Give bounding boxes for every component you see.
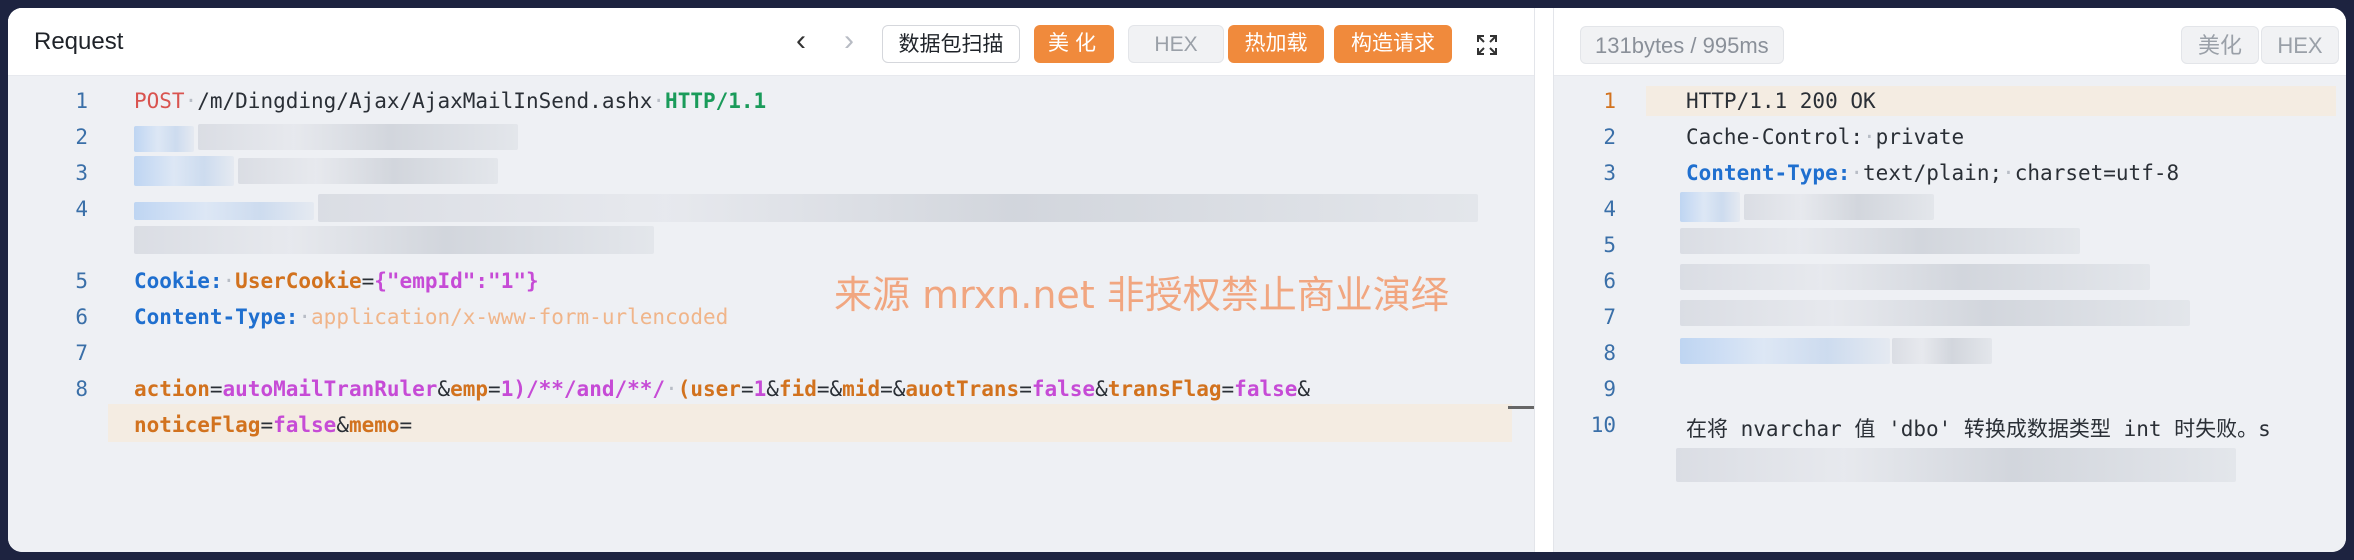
redacted-header xyxy=(1680,338,1890,364)
redacted-header xyxy=(238,158,498,184)
line-number: 1 xyxy=(75,89,88,113)
param-name: (user xyxy=(677,377,741,401)
param-value: false xyxy=(1234,377,1298,401)
header-value: charset=utf-8 xyxy=(2014,161,2180,185)
request-line: POST·/m/Dingding/Ajax/AjaxMailInSend.ash… xyxy=(134,89,767,113)
request-title: Request xyxy=(34,28,124,55)
line-number: 5 xyxy=(1603,233,1616,257)
request-path: /m/Dingding/Ajax/AjaxMailInSend.ashx xyxy=(197,89,653,113)
response-stats: 131bytes / 995ms xyxy=(1580,26,1784,64)
line-number: 4 xyxy=(1603,197,1616,221)
response-hex-button[interactable]: HEX xyxy=(2261,26,2339,64)
request-header: Request ‹ › 数据包扫描 美化 HEX 热加载 构造请求 xyxy=(8,8,1534,76)
chevron-left-icon[interactable]: ‹ xyxy=(786,26,816,56)
request-pane: Request ‹ › 数据包扫描 美化 HEX 热加载 构造请求 1 POST… xyxy=(8,8,1534,552)
cookie-header-line: Cookie:·UserCookie={"empId":"1"} xyxy=(134,269,539,293)
cookie-value: {"empId":"1"} xyxy=(374,269,539,293)
param-name: noticeFlag xyxy=(134,413,261,437)
redacted-header xyxy=(318,194,1478,222)
error-message: 在将 nvarchar 值 'dbo' 转换成数据类型 int 时失败。s xyxy=(1686,417,2271,441)
param-name: transFlag xyxy=(1107,377,1222,401)
status-line: HTTP/1.1 200 OK xyxy=(1686,89,1876,113)
line-number: 3 xyxy=(1603,161,1616,185)
param-value: 1 xyxy=(753,377,767,401)
redacted-header xyxy=(1680,264,2150,290)
redacted-header xyxy=(134,156,234,186)
packet-scan-button[interactable]: 数据包扫描 xyxy=(882,25,1020,63)
line-number: 3 xyxy=(75,161,88,185)
response-editor[interactable]: 1 HTTP/1.1 200 OK 2 Cache-Control:·priva… xyxy=(1554,76,2346,552)
request-body-line: action=autoMailTranRuler&emp=1)/**/and/*… xyxy=(134,377,1311,401)
line-number: 10 xyxy=(1590,413,1616,437)
redacted-header xyxy=(134,202,314,220)
beautify-button[interactable]: 美化 xyxy=(1034,25,1114,63)
param-name: memo xyxy=(348,413,400,437)
param-name: auotTrans xyxy=(905,377,1020,401)
header-value: text/plain; xyxy=(1863,161,2003,185)
redacted-header xyxy=(134,226,654,254)
expand-icon[interactable] xyxy=(1476,34,1498,56)
redacted-header xyxy=(1892,338,1992,364)
header-key: Content-Type: xyxy=(1686,161,1851,185)
redacted-header xyxy=(1680,192,1740,222)
line-number: 1 xyxy=(1603,89,1616,113)
http-tool-card: Request ‹ › 数据包扫描 美化 HEX 热加载 构造请求 1 POST… xyxy=(8,8,2346,552)
line-number: 8 xyxy=(75,377,88,401)
request-editor[interactable]: 1 POST·/m/Dingding/Ajax/AjaxMailInSend.a… xyxy=(8,76,1534,552)
hot-load-button[interactable]: 热加载 xyxy=(1228,25,1324,63)
redacted-header xyxy=(1744,194,1934,220)
response-header: 131bytes / 995ms 美化 HEX xyxy=(1554,8,2346,76)
redacted-header xyxy=(1680,300,2190,326)
header-key: Cache-Control: xyxy=(1686,125,1864,149)
redacted-header xyxy=(1680,228,2080,254)
line-number: 4 xyxy=(75,197,88,221)
line-number: 2 xyxy=(1603,125,1616,149)
line-number: 8 xyxy=(1603,341,1616,365)
pane-divider[interactable] xyxy=(1534,8,1554,552)
header-key: Content-Type: xyxy=(134,305,299,329)
param-name: mid xyxy=(842,377,881,401)
chevron-right-icon[interactable]: › xyxy=(834,26,864,56)
build-request-button[interactable]: 构造请求 xyxy=(1334,25,1452,63)
watermark: 来源 mrxn.net 非授权禁止商业演绎 xyxy=(834,273,1449,317)
header-key: Cookie: xyxy=(134,269,223,293)
param-name: fid xyxy=(778,377,817,401)
line-number: 6 xyxy=(75,305,88,329)
scrollbar-handle[interactable] xyxy=(1508,406,1534,409)
line-number: 7 xyxy=(75,341,88,365)
param-value: autoMailTranRuler xyxy=(222,377,438,401)
line-number: 5 xyxy=(75,269,88,293)
content-type-line: Content-Type:·application/x-www-form-url… xyxy=(134,305,729,329)
http-protocol: HTTP/1.1 xyxy=(665,89,767,113)
header-value: private xyxy=(1875,125,1965,149)
param-value: 1)/**/and/**/ xyxy=(500,377,666,401)
content-type-line: Content-Type:·text/plain;·charset=utf-8 xyxy=(1686,161,2180,185)
redacted-header xyxy=(134,126,194,152)
param-name: emp xyxy=(450,377,489,401)
redacted-body xyxy=(1676,448,2236,482)
request-body-line-wrap: noticeFlag=false&memo= xyxy=(134,413,413,437)
line-number: 2 xyxy=(75,125,88,149)
header-value: application/x-www-form-urlencoded xyxy=(311,305,729,329)
response-beautify-button[interactable]: 美化 xyxy=(2181,26,2259,64)
line-number: 7 xyxy=(1603,305,1616,329)
window-frame: Request ‹ › 数据包扫描 美化 HEX 热加载 构造请求 1 POST… xyxy=(0,0,2354,560)
hex-button[interactable]: HEX xyxy=(1128,25,1224,63)
param-value: false xyxy=(1031,377,1096,401)
line-number: 6 xyxy=(1603,269,1616,293)
param-value: false xyxy=(273,413,337,437)
cookie-name: UserCookie xyxy=(235,269,362,293)
redacted-header xyxy=(198,124,518,150)
response-pane: 131bytes / 995ms 美化 HEX 1 HTTP/1.1 200 O… xyxy=(1554,8,2346,552)
http-method: POST xyxy=(134,89,185,113)
cache-control-line: Cache-Control:·private xyxy=(1686,125,1965,149)
line-number: 9 xyxy=(1603,377,1616,401)
param-name: action xyxy=(134,377,210,401)
